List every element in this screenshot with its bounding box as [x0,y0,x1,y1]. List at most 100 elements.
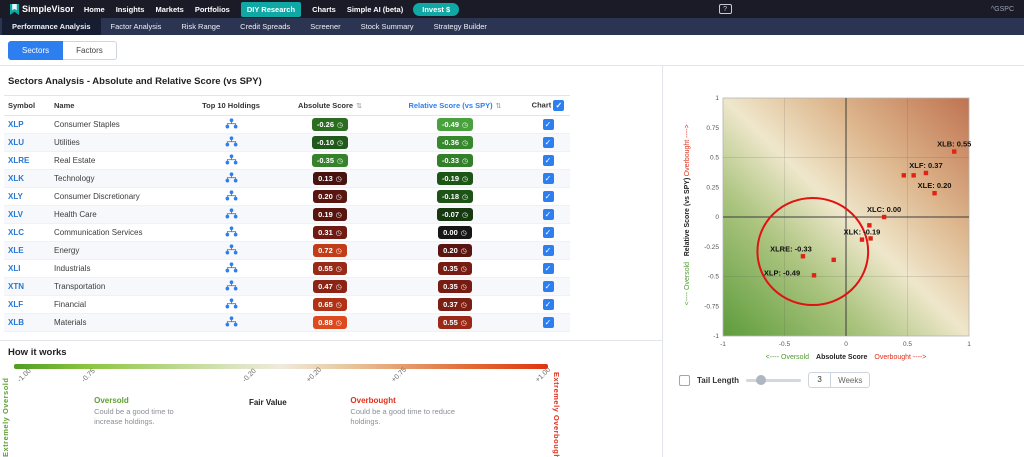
absolute-score-badge[interactable]: 0.55 ◷ [313,262,347,275]
subnav-item-credit-spreads[interactable]: Credit Spreads [230,18,300,35]
absolute-score-badge[interactable]: -0.35 ◷ [311,154,349,167]
subnav-item-risk-range[interactable]: Risk Range [171,18,230,35]
top-10-holdings-icon[interactable] [225,154,238,167]
invest-button[interactable]: Invest $ [413,2,460,16]
topnav-item-home[interactable]: Home [84,5,105,14]
chart-row-checkbox[interactable]: ✓ [542,155,554,166]
relative-score-badge[interactable]: 0.35 ◷ [438,262,472,275]
top-10-holdings-icon[interactable] [225,298,238,311]
chart-row-checkbox[interactable]: ✓ [542,209,554,220]
tail-length-checkbox[interactable] [679,374,690,386]
topnav-item-portfolios[interactable]: Portfolios [195,5,230,14]
top-10-holdings-icon[interactable] [225,190,238,203]
absolute-score-badge[interactable]: 0.65 ◷ [313,298,347,311]
top-10-holdings-icon[interactable] [225,244,238,257]
chart-row-checkbox[interactable]: ✓ [542,317,554,328]
col-header-symbol[interactable]: Symbol [4,95,50,116]
sort-icon[interactable]: ⇅ [496,103,502,110]
symbol-link[interactable]: XTN [8,282,24,291]
top-10-holdings-icon[interactable] [225,172,238,185]
top-10-holdings-icon[interactable] [225,226,238,239]
symbol-link[interactable]: XLE [8,246,24,255]
tail-length-slider[interactable] [746,375,802,385]
symbol-link[interactable]: XLC [8,228,24,237]
top-10-holdings-icon[interactable] [225,208,238,221]
sector-scatter-chart[interactable]: 1 0.75 0.5 0.25 0 -0.25 -0.5 -0.75 -1-1 -0.5 0 0.5 1… [677,90,977,364]
absolute-score-badge[interactable]: -0.26 ◷ [311,118,349,131]
absolute-score-badge[interactable]: 0.19 ◷ [313,208,347,221]
relative-score-badge[interactable]: -0.18 ◷ [436,190,474,203]
history-icon: ◷ [460,265,467,273]
col-header-absolute-score[interactable]: Absolute Score ⇅ [276,95,384,116]
top-10-holdings-icon[interactable] [225,262,238,275]
sector-name: Communication Services [54,228,143,237]
absolute-score-badge[interactable]: 0.31 ◷ [313,226,347,239]
chart-row-checkbox[interactable]: ✓ [542,227,554,238]
svg-text:XLB: 0.55: XLB: 0.55 [937,140,971,149]
relative-score-badge[interactable]: -0.36 ◷ [436,136,474,149]
symbol-link[interactable]: XLV [8,210,23,219]
svg-text:-1: -1 [720,341,726,348]
chart-select-all-checkbox[interactable]: ✓ [553,100,565,111]
absolute-score-badge[interactable]: 0.13 ◷ [313,172,347,185]
symbol-link[interactable]: XLI [8,264,20,273]
topnav-item-diy-research[interactable]: DIY Research [240,1,302,17]
symbol-link[interactable]: XLF [8,300,23,309]
top-10-holdings-icon[interactable] [225,316,238,329]
subnav-item-strategy-builder[interactable]: Strategy Builder [424,18,497,35]
top-10-holdings-icon[interactable] [225,280,238,293]
sectors-factors-tab-group: Sectors Factors [8,41,117,60]
history-icon: ◷ [337,157,344,165]
sort-icon[interactable]: ⇅ [356,103,362,110]
absolute-score-badge[interactable]: 0.20 ◷ [313,190,347,203]
relative-score-badge[interactable]: 0.37 ◷ [438,298,472,311]
subnav-item-screener[interactable]: Screener [300,18,350,35]
chart-row-checkbox[interactable]: ✓ [542,263,554,274]
svg-text:1: 1 [715,95,719,102]
symbol-link[interactable]: XLB [8,318,24,327]
topnav-item-markets[interactable]: Markets [155,5,183,14]
symbol-link[interactable]: XLY [8,192,23,201]
chart-row-checkbox[interactable]: ✓ [542,173,554,184]
help-icon[interactable]: ? [718,4,732,14]
chart-row-checkbox[interactable]: ✓ [542,299,554,310]
absolute-score-badge[interactable]: 0.47 ◷ [313,280,347,293]
chart-row-checkbox[interactable]: ✓ [542,191,554,202]
relative-score-badge[interactable]: 0.00 ◷ [438,226,472,239]
subnav-item-factor-analysis[interactable]: Factor Analysis [101,18,172,35]
symbol-link[interactable]: XLP [8,120,24,129]
subnav-item-performance-analysis[interactable]: Performance Analysis [2,18,101,35]
symbol-link[interactable]: XLRE [8,156,29,165]
relative-score-badge[interactable]: 0.55 ◷ [438,316,472,329]
col-header-name[interactable]: Name [50,95,186,116]
subnav-item-stock-summary[interactable]: Stock Summary [351,18,424,35]
tab-factors[interactable]: Factors [63,41,117,60]
relative-score-badge[interactable]: -0.33 ◷ [436,154,474,167]
col-header-relative-score[interactable]: Relative Score (vs SPY) ⇅ [384,95,526,116]
chart-row-checkbox[interactable]: ✓ [542,245,554,256]
topnav-item-simple-ai-beta[interactable]: Simple AI (beta) [347,5,403,14]
tail-length-value-input[interactable]: 3 [809,373,832,387]
chart-row-checkbox[interactable]: ✓ [542,281,554,292]
relative-score-badge[interactable]: 0.20 ◷ [438,244,472,257]
topnav-item-insights[interactable]: Insights [116,5,145,14]
relative-score-badge[interactable]: -0.49 ◷ [436,118,474,131]
brand[interactable]: SimpleVisor [10,3,74,15]
absolute-score-badge[interactable]: -0.10 ◷ [311,136,349,149]
simplevisor-logo-icon [10,3,19,15]
relative-score-badge[interactable]: -0.19 ◷ [436,172,474,185]
chart-row-checkbox[interactable]: ✓ [542,119,554,130]
relative-score-badge[interactable]: 0.35 ◷ [438,280,472,293]
slider-knob[interactable] [756,375,767,385]
top-10-holdings-icon[interactable] [225,118,238,131]
symbol-link[interactable]: XLK [8,174,24,183]
absolute-score-badge[interactable]: 0.72 ◷ [313,244,347,257]
svg-text:0: 0 [715,214,719,221]
symbol-link[interactable]: XLU [8,138,24,147]
top-10-holdings-icon[interactable] [225,136,238,149]
topnav-item-charts[interactable]: Charts [312,5,336,14]
relative-score-badge[interactable]: -0.07 ◷ [436,208,474,221]
absolute-score-badge[interactable]: 0.88 ◷ [313,316,347,329]
tab-sectors[interactable]: Sectors [8,41,64,60]
chart-row-checkbox[interactable]: ✓ [542,137,554,148]
